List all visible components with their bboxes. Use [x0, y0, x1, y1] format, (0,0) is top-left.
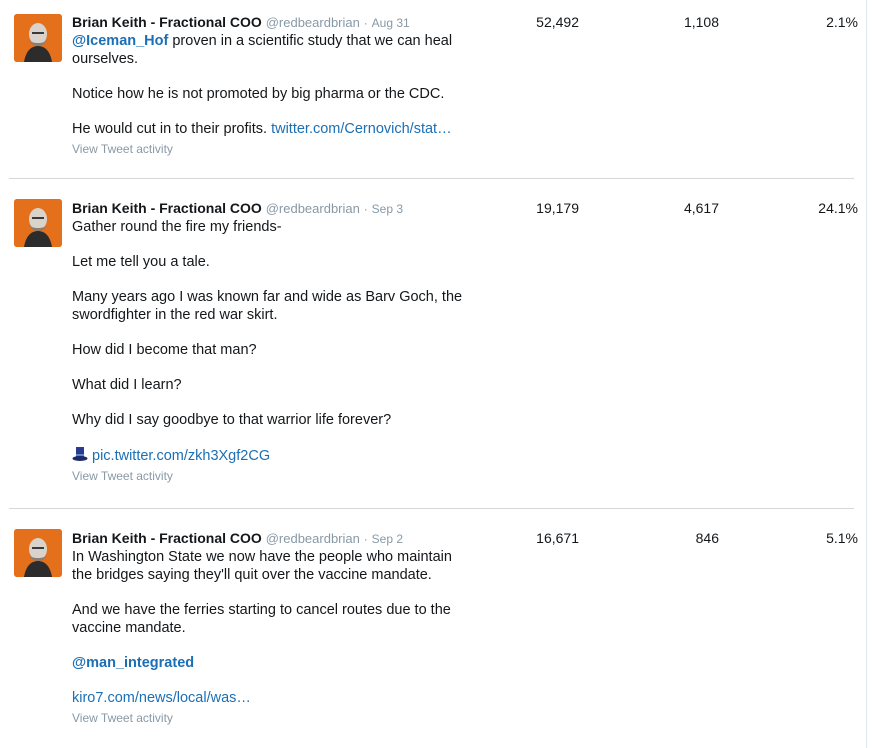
mention-link[interactable]: @man_integrated: [72, 655, 194, 671]
engagement-rate-value: 2.1%: [826, 14, 858, 30]
tweet-1: Brian Keith - Fractional COO @redbeardbr…: [72, 14, 472, 156]
pic-link[interactable]: pic.twitter.com/zkh3Xgf2CG: [92, 448, 270, 464]
tweet-date[interactable]: Aug 31: [372, 16, 410, 30]
engagements-value: 4,617: [683, 200, 719, 216]
tweet-text: @Iceman_Hof proven in a scientific study…: [72, 32, 472, 68]
tweet-paragraph: @man_integrated: [72, 654, 472, 672]
tweet-3: Brian Keith - Fractional COO @redbeardbr…: [72, 530, 472, 725]
tweet-2: Brian Keith - Fractional COO @redbeardbr…: [72, 200, 472, 483]
author-handle[interactable]: @redbeardbrian: [266, 201, 360, 216]
impressions-value: 19,179: [536, 200, 579, 216]
view-tweet-activity-link[interactable]: View Tweet activity: [72, 711, 472, 725]
tweet-paragraph: He would cut in to their profits. twitte…: [72, 120, 472, 138]
separator: ·: [363, 202, 368, 216]
separator: ·: [363, 532, 368, 546]
tweet-header: Brian Keith - Fractional COO @redbeardbr…: [72, 530, 472, 548]
tweet-paragraph: Let me tell you a tale.: [72, 254, 210, 270]
author-handle[interactable]: @redbeardbrian: [266, 15, 360, 30]
tweet-header: Brian Keith - Fractional COO @redbeardbr…: [72, 14, 472, 32]
view-tweet-activity-link[interactable]: View Tweet activity: [72, 142, 472, 156]
mention-link[interactable]: @Iceman_Hof: [72, 33, 168, 49]
tweet-paragraph: kiro7.com/news/local/was…: [72, 689, 472, 707]
profile-photo-icon: [14, 199, 62, 247]
top-hat-icon: [72, 447, 88, 461]
tweet-paragraph-text: He would cut in to their profits.: [72, 121, 272, 137]
author-name[interactable]: Brian Keith - Fractional COO: [72, 14, 262, 30]
profile-photo-icon: [14, 529, 62, 577]
separator: ·: [363, 16, 368, 30]
tweet-paragraph: Notice how he is not promoted by big pha…: [72, 86, 445, 102]
tweet-paragraph: What did I learn?: [72, 377, 182, 393]
engagements-value: 1,108: [683, 14, 719, 30]
author-name[interactable]: Brian Keith - Fractional COO: [72, 530, 262, 546]
tweet-paragraph: And we have the ferries starting to canc…: [72, 602, 451, 636]
author-handle[interactable]: @redbeardbrian: [266, 531, 360, 546]
tweet-paragraph: In Washington State we now have the peop…: [72, 549, 452, 583]
engagements-value: 846: [695, 530, 719, 546]
tweet-date[interactable]: Sep 2: [372, 532, 403, 546]
tweet-header: Brian Keith - Fractional COO @redbeardbr…: [72, 200, 472, 218]
tweet-paragraph: Gather round the fire my friends-: [72, 219, 282, 235]
scroll-edge: [866, 0, 867, 748]
author-name[interactable]: Brian Keith - Fractional COO: [72, 200, 262, 216]
profile-photo-icon: [14, 14, 62, 62]
avatar[interactable]: [14, 199, 62, 247]
avatar[interactable]: [14, 529, 62, 577]
tweet-paragraph: Why did I say goodbye to that warrior li…: [72, 412, 392, 428]
url-link[interactable]: kiro7.com/news/local/was…: [72, 690, 251, 706]
tweet-paragraph: Many years ago I was known far and wide …: [72, 289, 463, 323]
avatar[interactable]: [14, 14, 62, 62]
row-divider: [9, 508, 854, 509]
url-link[interactable]: twitter.com/Cernovich/stat…: [271, 121, 452, 137]
impressions-value: 16,671: [536, 530, 579, 546]
view-tweet-activity-link[interactable]: View Tweet activity: [72, 469, 472, 483]
engagement-rate-value: 24.1%: [818, 200, 858, 216]
tweet-paragraph: pic.twitter.com/zkh3Xgf2CG: [72, 446, 472, 465]
engagement-rate-value: 5.1%: [826, 530, 858, 546]
tweet-activity-list: Brian Keith - Fractional COO @redbeardbr…: [0, 0, 875, 748]
tweet-paragraph: How did I become that man?: [72, 342, 257, 358]
row-divider: [9, 178, 854, 179]
impressions-value: 52,492: [536, 14, 579, 30]
tweet-date[interactable]: Sep 3: [372, 202, 403, 216]
